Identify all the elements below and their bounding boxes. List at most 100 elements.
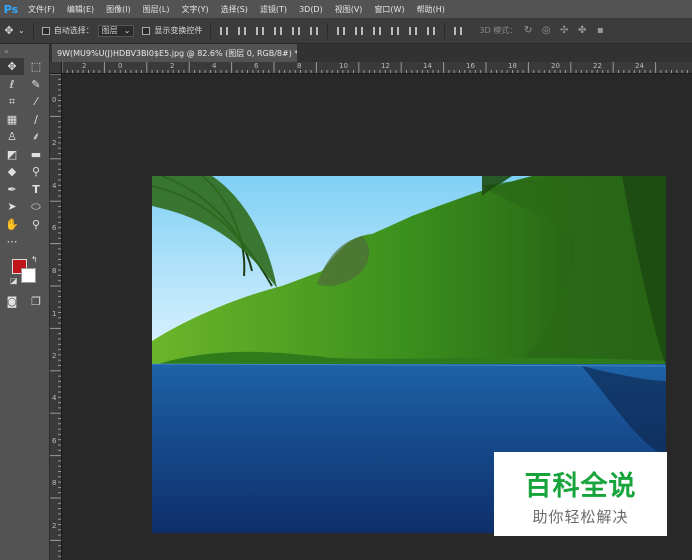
ruler-label: 8 — [52, 479, 57, 487]
divider — [444, 22, 446, 39]
ellipse-tool-icon[interactable]: ⬭ — [24, 198, 48, 215]
eraser-tool-icon[interactable]: ◩ — [0, 146, 24, 163]
ruler-label: 2 — [52, 139, 57, 147]
rotate-3d-icon[interactable]: ↻ — [521, 24, 535, 38]
clone-stamp-tool-icon[interactable]: ♙ — [0, 128, 24, 145]
color-swatches: ↰ ◪ — [0, 255, 49, 291]
divider — [210, 22, 212, 39]
swap-colors-icon[interactable]: ↰ — [31, 255, 38, 264]
distribute-left-icon[interactable] — [388, 24, 402, 38]
ruler-label: 2 — [82, 62, 87, 70]
auto-align-icon[interactable] — [451, 24, 465, 38]
brush-tool-icon[interactable]: ∕ — [24, 111, 48, 128]
eyedropper-tool-icon[interactable]: ⁄ — [24, 93, 48, 110]
ruler-label: 4 — [52, 394, 57, 402]
document-tab-bar: 9W(MU9%U(J)HDBV3BI0$E5.jpg @ 82.6% (图层 0… — [50, 44, 692, 62]
ruler-label: 4 — [212, 62, 217, 70]
menu-view[interactable]: 视图(V) — [329, 4, 369, 15]
ruler-origin[interactable] — [50, 62, 62, 74]
quick-select-tool-icon[interactable]: ✎ — [24, 76, 48, 93]
more-tools-icon[interactable]: ⋯ — [0, 233, 24, 250]
ruler-label: 2 — [52, 352, 57, 360]
zoom-tool-icon[interactable]: ⚲ — [24, 216, 48, 233]
document-tab[interactable]: 9W(MU9%U(J)HDBV3BI0$E5.jpg @ 82.6% (图层 0… — [52, 44, 297, 62]
menu-select[interactable]: 选择(S) — [215, 4, 254, 15]
history-brush-tool-icon[interactable]: ⸙ — [24, 128, 48, 145]
distribute-hcenter-icon[interactable] — [406, 24, 420, 38]
lasso-tool-icon[interactable]: ℓ — [0, 76, 24, 93]
menu-bar: Ps 文件(F) 编辑(E) 图像(I) 图层(L) 文字(Y) 选择(S) 滤… — [0, 0, 692, 18]
blur-tool-icon[interactable]: ◆ — [0, 163, 24, 180]
auto-select-dropdown[interactable]: 图层 ⌄ — [97, 24, 135, 37]
pen-tool-icon[interactable]: ✒ — [0, 181, 24, 198]
ruler-label: 22 — [593, 62, 602, 70]
align-vcenter-icon[interactable] — [235, 24, 249, 38]
ruler-label: 0 — [118, 62, 123, 70]
background-color-swatch[interactable] — [21, 267, 36, 283]
menu-help[interactable]: 帮助(H) — [411, 4, 451, 15]
align-hcenter-icon[interactable] — [289, 24, 303, 38]
move-tool-preset-icon[interactable]: ✥ — [0, 22, 18, 40]
ruler-label: 8 — [297, 62, 302, 70]
crop-tool-icon[interactable]: ⌗ — [0, 93, 24, 110]
path-select-tool-icon[interactable]: ➤ — [0, 198, 24, 215]
gradient-tool-icon[interactable]: ▬ — [24, 146, 48, 163]
align-right-icon[interactable] — [307, 24, 321, 38]
vertical-ruler[interactable]: 0 2 4 6 8 1 2 4 6 8 2 — [50, 74, 62, 560]
watermark-logo: 百科全说 助你轻松解决 — [494, 452, 667, 536]
ruler-label: 24 — [635, 62, 644, 70]
menu-type[interactable]: 文字(Y) — [175, 4, 214, 15]
ruler-label: 4 — [52, 182, 57, 190]
scale-3d-icon[interactable]: ▪ — [593, 24, 607, 38]
slide-3d-icon[interactable]: ✤ — [575, 24, 589, 38]
drag-3d-icon[interactable]: ✣ — [557, 24, 571, 38]
ruler-label: 18 — [508, 62, 517, 70]
distribute-right-icon[interactable] — [424, 24, 438, 38]
menu-file[interactable]: 文件(F) — [22, 4, 61, 15]
menu-filter[interactable]: 滤镜(T) — [254, 4, 293, 15]
menu-layer[interactable]: 图层(L) — [137, 4, 176, 15]
menu-3d[interactable]: 3D(D) — [293, 5, 329, 14]
default-colors-icon[interactable]: ◪ — [10, 276, 18, 285]
chevron-down-icon: ⌄ — [123, 26, 131, 35]
auto-select-value: 图层 — [101, 26, 118, 35]
distribute-top-icon[interactable] — [334, 24, 348, 38]
hand-tool-icon[interactable]: ✋ — [0, 216, 24, 233]
horizontal-ruler[interactable]: 2 0 2 4 6 8 10 12 14 16 18 20 22 24 — [62, 62, 692, 74]
distribute-vcenter-icon[interactable] — [352, 24, 366, 38]
divider — [327, 22, 329, 39]
tools-panel: « ✥ ⬚ ℓ ✎ ⌗ ⁄ ▦ ∕ ♙ ⸙ ◩ ▬ ◆ ⚲ ✒ T ➤ ⬭ ✋ … — [0, 44, 50, 560]
ruler-label: 2 — [170, 62, 175, 70]
menu-image[interactable]: 图像(I) — [100, 4, 137, 15]
align-bottom-icon[interactable] — [253, 24, 267, 38]
align-left-icon[interactable] — [271, 24, 285, 38]
watermark-title: 百科全说 — [524, 471, 637, 502]
move-tool-icon[interactable]: ✥ — [0, 58, 24, 75]
preset-dropdown-icon[interactable]: ⌄ — [18, 26, 25, 35]
show-transform-checkbox[interactable] — [142, 26, 151, 35]
distribute-bottom-icon[interactable] — [370, 24, 384, 38]
dodge-tool-icon[interactable]: ⚲ — [24, 163, 48, 180]
show-transform-label: 显示变换控件 — [154, 26, 203, 35]
auto-select-checkbox[interactable] — [41, 26, 50, 35]
photoshop-logo: Ps — [3, 2, 19, 16]
ruler-label: 0 — [52, 96, 57, 104]
panel-collapse-icon[interactable]: « — [0, 44, 49, 58]
ruler-label: 2 — [52, 522, 57, 530]
quick-mask-icon[interactable]: ◙ — [0, 293, 24, 310]
ruler-label: 1 — [52, 310, 57, 318]
ruler-label: 6 — [254, 62, 259, 70]
type-tool-icon[interactable]: T — [24, 181, 48, 198]
menu-window[interactable]: 窗口(W) — [368, 4, 410, 15]
screen-mode-icon[interactable]: ❐ — [24, 293, 48, 310]
watermark-subtitle: 助你轻松解决 — [532, 508, 629, 526]
roll-3d-icon[interactable]: ◎ — [539, 24, 553, 38]
marquee-tool-icon[interactable]: ⬚ — [24, 58, 48, 75]
ruler-label: 10 — [339, 62, 348, 70]
ruler-label: 12 — [381, 62, 390, 70]
ruler-label: 14 — [423, 62, 432, 70]
menu-edit[interactable]: 编辑(E) — [61, 4, 100, 15]
align-top-icon[interactable] — [217, 24, 231, 38]
healing-brush-tool-icon[interactable]: ▦ — [0, 111, 24, 128]
divider — [32, 22, 34, 39]
